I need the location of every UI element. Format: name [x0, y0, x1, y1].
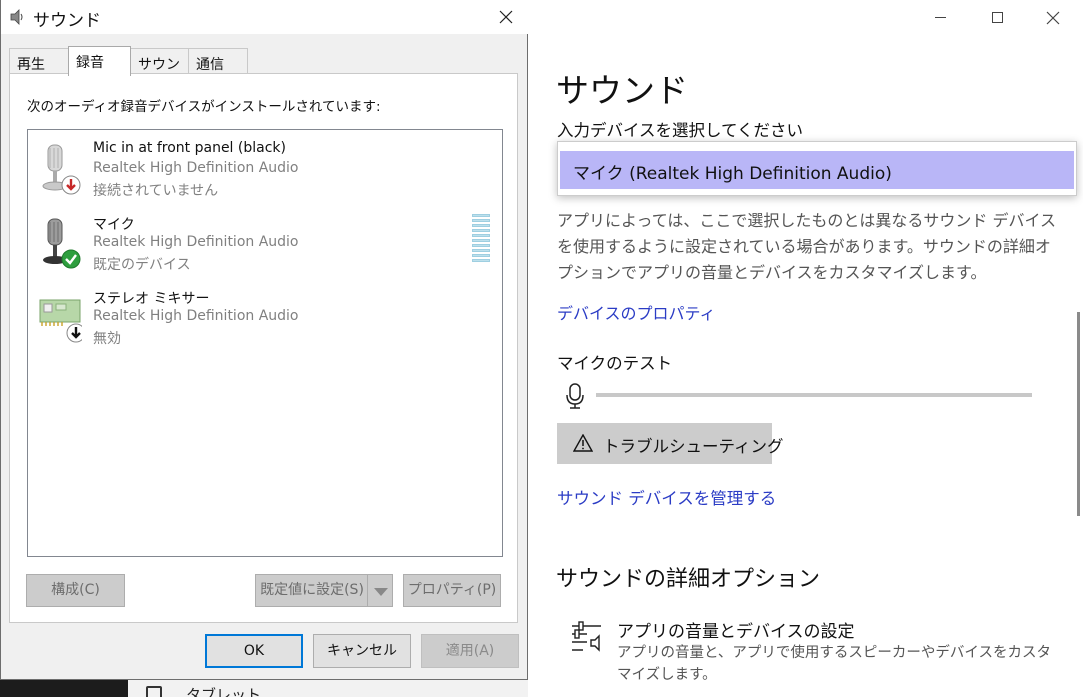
level-meter: [472, 214, 490, 264]
manage-sound-devices-link[interactable]: サウンド デバイスを管理する: [557, 485, 776, 509]
dialog-titlebar[interactable]: サウンド: [1, 0, 528, 34]
speaker-icon: [10, 9, 23, 25]
scrollbar[interactable]: [1077, 312, 1080, 516]
device-properties-link[interactable]: デバイスのプロパティ: [557, 300, 716, 324]
description-text: アプリによっては、ここで選択したものとは異なるサウンド デバイスを使用するように…: [557, 211, 1057, 282]
device-driver: Realtek High Definition Audio: [93, 234, 299, 250]
tablet-icon: [146, 686, 162, 697]
list-item[interactable]: マイク Realtek High Definition Audio 既定のデバイ…: [28, 210, 498, 280]
advanced-options-heading: サウンドの詳細オプション: [556, 567, 821, 592]
settings-window: サウンド 入力デバイスを選択してください マイク (Realtek High D…: [528, 0, 1083, 697]
set-default-button[interactable]: 既定値に設定(S): [255, 574, 368, 607]
desktop-background: [0, 680, 128, 697]
device-name: ステレオ ミキサー: [93, 291, 210, 307]
warning-icon: [573, 434, 593, 452]
dialog-title: サウンド: [33, 11, 101, 31]
input-device-label: 入力デバイスを選択してください: [557, 121, 804, 140]
instruction-text: 次のオーディオ録音デバイスがインストールされています:: [27, 99, 381, 115]
microphone-disconnected-icon: [42, 144, 81, 195]
device-driver: Realtek High Definition Audio: [93, 308, 299, 324]
ok-button[interactable]: OK: [205, 634, 303, 668]
device-name: マイク: [93, 217, 135, 233]
device-status: 接続されていません: [93, 183, 219, 199]
configure-button[interactable]: 構成(C): [26, 574, 125, 607]
dialog-close-button[interactable]: [494, 6, 518, 28]
maximize-icon: [992, 12, 1003, 23]
tablet-nav-label: タブレット: [186, 686, 262, 697]
dropdown-option-label: マイク (Realtek High Definition Audio): [573, 164, 892, 184]
mic-level-bar: [596, 393, 1032, 397]
chevron-down-icon: [374, 588, 388, 596]
troubleshoot-button[interactable]: トラブルシューティング: [557, 423, 784, 464]
list-item[interactable]: Mic in at front panel (black) Realtek Hi…: [28, 136, 498, 206]
tab-sounds[interactable]: サウンド: [130, 48, 189, 93]
properties-button[interactable]: プロパティ(P): [403, 574, 501, 607]
sound-card-disabled-icon: [39, 299, 82, 343]
troubleshoot-label: トラブルシューティング: [603, 437, 784, 456]
maximize-button[interactable]: [983, 6, 1013, 30]
set-default-dropdown-button[interactable]: [367, 574, 393, 607]
cancel-button[interactable]: キャンセル: [313, 634, 411, 668]
page-title: サウンド: [556, 71, 688, 110]
apply-button[interactable]: 適用(A): [421, 634, 519, 668]
app-volume-settings-title[interactable]: アプリの音量とデバイスの設定: [617, 617, 855, 642]
mic-test-label: マイクのテスト: [557, 354, 673, 373]
tab-recording[interactable]: 録音: [68, 46, 131, 76]
tab-playback[interactable]: 再生: [9, 48, 69, 74]
input-device-dropdown[interactable]: マイク (Realtek High Definition Audio): [557, 141, 1077, 196]
close-icon: [499, 10, 513, 24]
sound-dialog: サウンド 再生 録音 サウンド 通信 次のオーディオ録音デバイスがインストールさ…: [0, 0, 528, 680]
close-icon: [1046, 11, 1060, 25]
device-list[interactable]: Mic in at front panel (black) Realtek Hi…: [27, 129, 503, 557]
device-name: Mic in at front panel (black): [93, 140, 286, 156]
microphone-default-icon: [43, 218, 81, 269]
microphone-icon: [566, 383, 584, 409]
dropdown-option-selected[interactable]: マイク (Realtek High Definition Audio): [560, 151, 1074, 189]
close-button[interactable]: [1039, 6, 1069, 30]
minimize-button[interactable]: [926, 6, 956, 30]
tab-communications[interactable]: 通信: [188, 48, 248, 74]
app-volume-settings-desc: アプリの音量と、アプリで使用するスピーカーやデバイスをカスタマイズします。: [617, 645, 1051, 683]
device-status: 既定のデバイス: [93, 257, 191, 273]
minimize-icon: [935, 17, 946, 18]
device-status: 無効: [93, 331, 121, 347]
device-driver: Realtek High Definition Audio: [93, 160, 299, 176]
app-volume-icon[interactable]: [571, 620, 603, 652]
recording-panel: 次のオーディオ録音デバイスがインストールされています: Mic in at fr…: [9, 73, 518, 623]
settings-nav-peek[interactable]: タブレット: [128, 680, 528, 697]
list-item[interactable]: ステレオ ミキサー Realtek High Definition Audio …: [28, 284, 498, 354]
